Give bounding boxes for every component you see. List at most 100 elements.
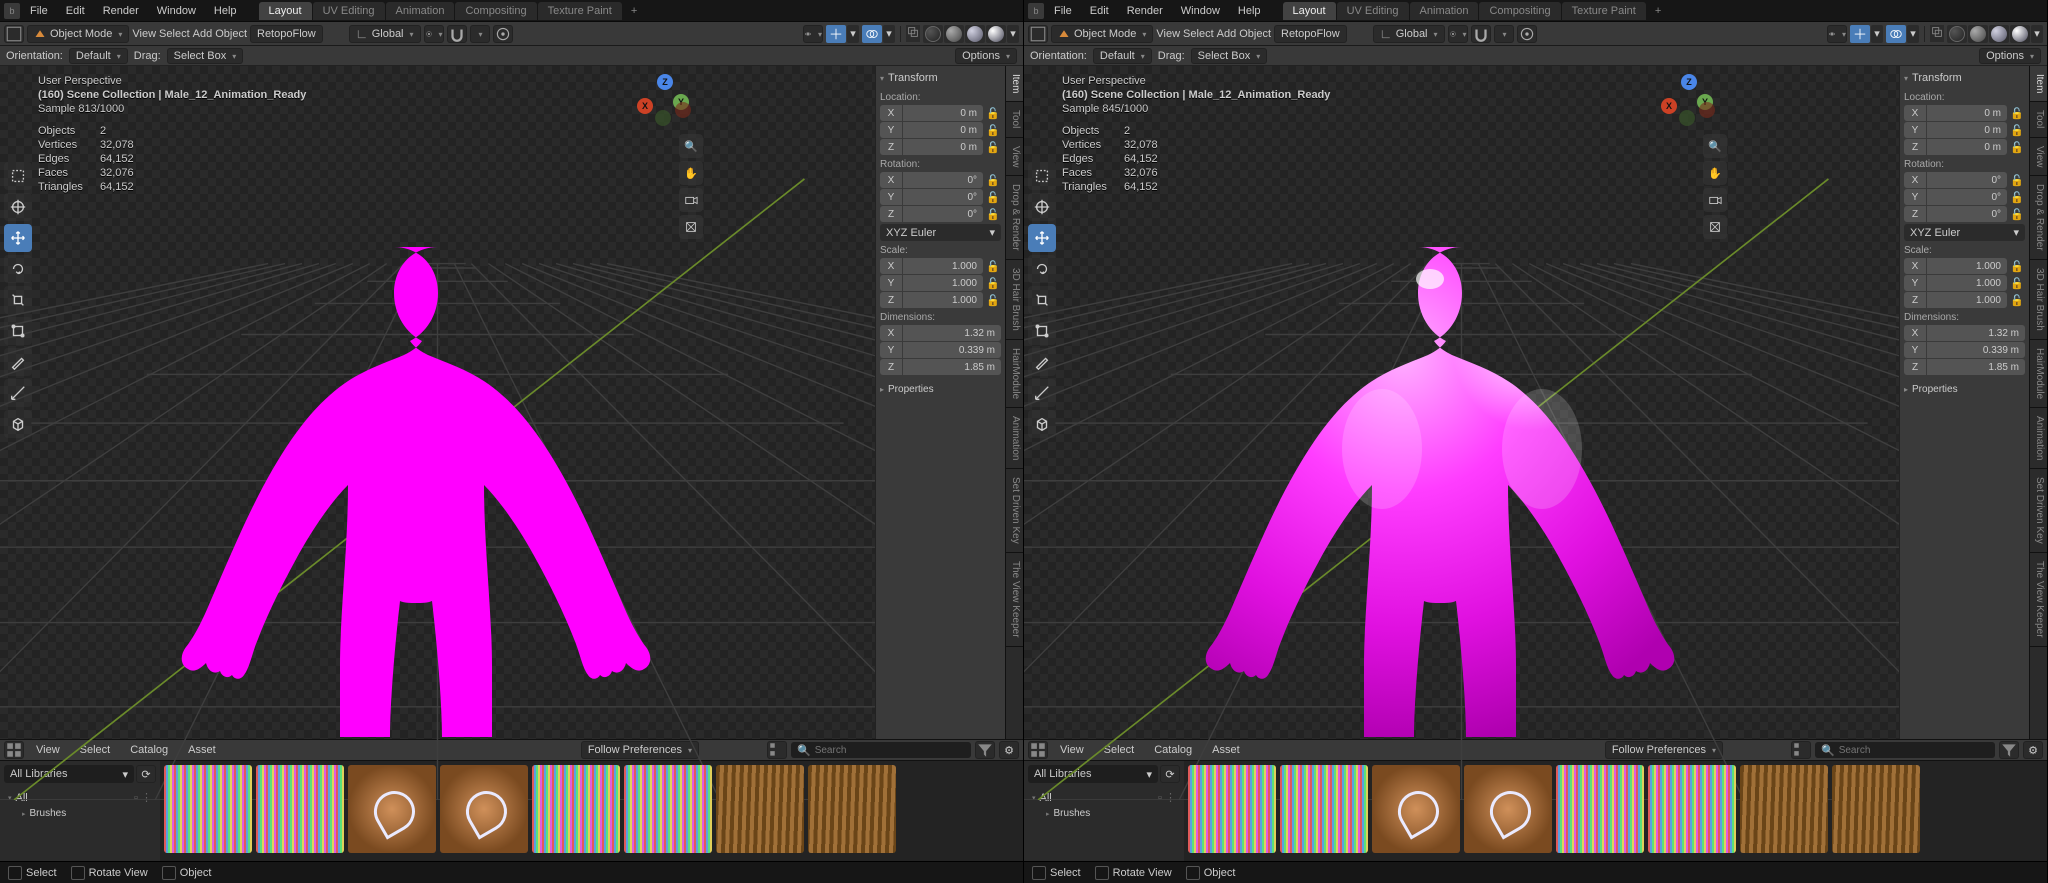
visibility-dropdown[interactable] bbox=[1827, 25, 1847, 43]
scale-x-field[interactable]: 1.000 bbox=[903, 258, 983, 274]
header-add[interactable]: Add bbox=[1217, 28, 1237, 40]
lock-icon[interactable]: 🔓 bbox=[2009, 258, 2025, 274]
properties-section[interactable]: Properties bbox=[1904, 382, 2025, 397]
workspace-tab-animation[interactable]: Animation bbox=[386, 2, 455, 20]
rot-y-field[interactable]: 0° bbox=[903, 189, 983, 205]
header-select[interactable]: Select bbox=[159, 28, 190, 40]
catalog-brushes[interactable]: Brushes bbox=[1028, 806, 1180, 821]
asset-display-dropdown[interactable] bbox=[1791, 741, 1811, 759]
header-view[interactable]: View bbox=[1156, 28, 1180, 40]
loc-y-field[interactable]: 0 m bbox=[1927, 122, 2007, 138]
menu-help[interactable]: Help bbox=[206, 2, 245, 20]
menu-render[interactable]: Render bbox=[1119, 2, 1171, 20]
rotation-mode-dropdown[interactable]: XYZ Euler▾ bbox=[1904, 224, 2025, 241]
asset-menu-view[interactable]: View bbox=[28, 742, 68, 758]
gizmo-toggle[interactable] bbox=[826, 25, 846, 43]
proportional-toggle[interactable] bbox=[493, 25, 513, 43]
workspace-tab-compositing[interactable]: Compositing bbox=[455, 2, 536, 20]
asset-thumbnail[interactable] bbox=[1280, 765, 1368, 853]
asset-thumbnail[interactable] bbox=[1832, 765, 1920, 853]
rot-z-field[interactable]: 0° bbox=[903, 206, 983, 222]
scale-x-field[interactable]: 1.000 bbox=[1927, 258, 2007, 274]
xray-toggle[interactable] bbox=[906, 25, 920, 42]
lock-icon[interactable]: 🔓 bbox=[2009, 105, 2025, 121]
lock-icon[interactable]: 🔓 bbox=[2009, 206, 2025, 222]
asset-thumbnail[interactable] bbox=[348, 765, 436, 853]
rot-z-field[interactable]: 0° bbox=[1927, 206, 2007, 222]
asset-grid[interactable] bbox=[160, 761, 1023, 861]
asset-thumbnail[interactable] bbox=[808, 765, 896, 853]
dim-x-field[interactable]: 1.32 m bbox=[903, 325, 1001, 341]
asset-thumbnail[interactable] bbox=[1648, 765, 1736, 853]
dim-z-field[interactable]: 1.85 m bbox=[1927, 359, 2025, 375]
menu-file[interactable]: File bbox=[1046, 2, 1080, 20]
sidetab-view[interactable]: View bbox=[2030, 138, 2047, 177]
nav-persp-icon[interactable] bbox=[679, 215, 703, 239]
nav-gizmo[interactable]: Y Z X 🔍 ✋ bbox=[1649, 74, 1729, 239]
lock-icon[interactable]: 🔓 bbox=[985, 206, 1001, 222]
retopoflow-button[interactable]: RetopoFlow bbox=[250, 25, 323, 43]
overlay-toggle[interactable] bbox=[862, 25, 882, 43]
tool-scale[interactable] bbox=[4, 286, 32, 314]
snap-dropdown[interactable] bbox=[470, 25, 490, 43]
rot-x-field[interactable]: 0° bbox=[1927, 172, 2007, 188]
menu-edit[interactable]: Edit bbox=[1082, 2, 1117, 20]
shading-matpreview[interactable] bbox=[1989, 25, 2009, 43]
header-object[interactable]: Object bbox=[215, 28, 247, 40]
gizmo-dropdown[interactable]: ▾ bbox=[847, 25, 859, 43]
3d-viewport[interactable]: User Perspective (160) Scene Collection … bbox=[0, 66, 875, 739]
asset-library-dropdown[interactable]: All Libraries▾ bbox=[1028, 765, 1158, 783]
snap-toggle[interactable] bbox=[1471, 25, 1491, 43]
lock-icon[interactable]: 🔓 bbox=[2009, 292, 2025, 308]
lock-icon[interactable]: 🔓 bbox=[985, 122, 1001, 138]
tool-add-cube[interactable] bbox=[1028, 410, 1056, 438]
dim-x-field[interactable]: 1.32 m bbox=[1927, 325, 2025, 341]
tool-rotate[interactable] bbox=[1028, 255, 1056, 283]
sidetab-view[interactable]: View bbox=[1006, 138, 1023, 177]
shading-solid[interactable] bbox=[1968, 25, 1988, 43]
workspace-tab-layout[interactable]: Layout bbox=[1283, 2, 1336, 20]
dim-y-field[interactable]: 0.339 m bbox=[903, 342, 1001, 358]
drag-mode-dropdown[interactable]: Select Box bbox=[167, 48, 244, 64]
shading-wireframe[interactable] bbox=[923, 25, 943, 43]
shading-solid[interactable] bbox=[944, 25, 964, 43]
sidetab-viewkeeper[interactable]: The View Keeper bbox=[2030, 553, 2047, 647]
editor-type-dropdown[interactable] bbox=[1028, 25, 1048, 43]
nav-zoom-icon[interactable]: 🔍 bbox=[679, 134, 703, 158]
options-dropdown[interactable]: Options bbox=[955, 48, 1017, 64]
lock-icon[interactable]: 🔓 bbox=[985, 292, 1001, 308]
asset-grid[interactable] bbox=[1184, 761, 2047, 861]
overlay-dropdown[interactable]: ▾ bbox=[1907, 25, 1919, 43]
snap-dropdown[interactable] bbox=[1494, 25, 1514, 43]
lock-icon[interactable]: 🔓 bbox=[985, 189, 1001, 205]
menu-window[interactable]: Window bbox=[149, 2, 204, 20]
menu-file[interactable]: File bbox=[22, 2, 56, 20]
rotation-mode-dropdown[interactable]: XYZ Euler▾ bbox=[880, 224, 1001, 241]
tool-orientation-dropdown[interactable]: Default bbox=[1093, 48, 1152, 64]
nav-pan-icon[interactable]: ✋ bbox=[1703, 161, 1727, 185]
asset-thumbnail[interactable] bbox=[532, 765, 620, 853]
transform-header[interactable]: Transform bbox=[880, 70, 1001, 88]
catalog-all[interactable]: All▫ ⋮ bbox=[4, 789, 156, 806]
header-object[interactable]: Object bbox=[1239, 28, 1271, 40]
mode-dropdown[interactable]: Object Mode bbox=[27, 25, 129, 43]
asset-thumbnail[interactable] bbox=[716, 765, 804, 853]
nav-pan-icon[interactable]: ✋ bbox=[679, 161, 703, 185]
tool-measure[interactable] bbox=[4, 379, 32, 407]
menu-window[interactable]: Window bbox=[1173, 2, 1228, 20]
dim-z-field[interactable]: 1.85 m bbox=[903, 359, 1001, 375]
asset-settings-icon[interactable]: ⚙ bbox=[2023, 741, 2043, 759]
tool-scale[interactable] bbox=[1028, 286, 1056, 314]
sidetab-setdrivenkey[interactable]: Set Driven Key bbox=[2030, 469, 2047, 553]
sidetab-animation[interactable]: Animation bbox=[1006, 408, 1023, 469]
blender-logo-icon[interactable]: b bbox=[1028, 3, 1044, 19]
asset-refresh-icon[interactable]: ⟳ bbox=[136, 765, 156, 783]
workspace-tab-texpaint[interactable]: Texture Paint bbox=[538, 2, 622, 20]
visibility-dropdown[interactable] bbox=[803, 25, 823, 43]
asset-filter-button[interactable] bbox=[975, 741, 995, 759]
options-dropdown[interactable]: Options bbox=[1979, 48, 2041, 64]
asset-menu-catalog[interactable]: Catalog bbox=[1146, 742, 1200, 758]
mode-dropdown[interactable]: Object Mode bbox=[1051, 25, 1153, 43]
tool-transform[interactable] bbox=[4, 317, 32, 345]
asset-menu-asset[interactable]: Asset bbox=[1204, 742, 1248, 758]
